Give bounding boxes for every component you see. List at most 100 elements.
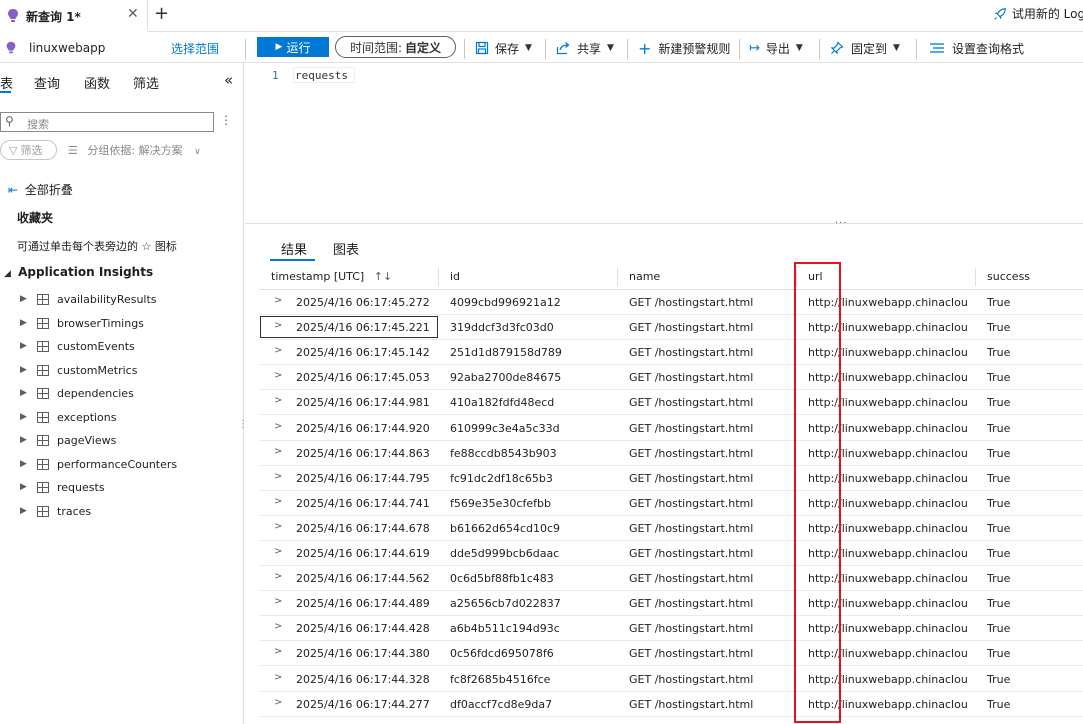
pin-to-button[interactable]: 固定到 ▼ [830,33,900,63]
time-range-button[interactable]: 时间范围: 自定义 [335,36,456,58]
cell-success[interactable]: True [987,698,1067,711]
expand-row-icon[interactable]: > [274,621,282,632]
tab-filter[interactable]: 筛选 [133,73,159,92]
cell-success[interactable]: True [987,296,1067,309]
expand-row-icon[interactable]: > [274,672,282,683]
column-header-id[interactable]: id [450,270,460,283]
tab-tables[interactable]: 表 [0,73,13,92]
format-query-button[interactable]: 设置查询格式 [929,33,1024,63]
table-row[interactable]: >2025/4/16 06:17:44.562 0c6d5bf88fb1c483 G… [259,566,1083,592]
cell-timestamp[interactable]: 2025/4/16 06:17:44.328 [296,673,436,686]
expand-row-icon[interactable]: > [274,295,282,306]
table-row[interactable]: >2025/4/16 06:17:44.678 b61662d654cd10c9 G… [259,516,1083,541]
expand-row-icon[interactable]: > [274,571,282,582]
column-header-name[interactable]: name [629,270,660,283]
cell-name[interactable]: GET /hostingstart.html [629,522,789,535]
cell-id[interactable]: b61662d654cd10c9 [450,522,610,535]
table-row[interactable]: >2025/4/16 06:17:45.272 4099cbd996921a12 G… [259,290,1083,315]
cell-timestamp[interactable]: 2025/4/16 06:17:44.619 [296,547,436,560]
cell-id[interactable]: fc8f2685b4516fce [450,673,610,686]
cell-id[interactable]: 410a182fdfd48ecd [450,396,610,409]
pane-splitter[interactable] [245,223,1083,229]
cell-name[interactable]: GET /hostingstart.html [629,371,789,384]
cell-success[interactable]: True [987,572,1067,585]
table-item-requests[interactable]: ▶ requests [0,480,240,500]
group-by-dropdown[interactable]: ☰ 分组依据: 解决方案 ∨ [68,142,201,158]
cell-name[interactable]: GET /hostingstart.html [629,597,789,610]
cell-timestamp[interactable]: 2025/4/16 06:17:44.489 [296,597,436,610]
cell-success[interactable]: True [987,547,1067,560]
cell-success[interactable]: True [987,371,1067,384]
cell-success[interactable]: True [987,522,1067,535]
cell-name[interactable]: GET /hostingstart.html [629,396,789,409]
cell-id[interactable]: 0c6d5bf88fb1c483 [450,572,610,585]
more-options-icon[interactable]: ⋮ [220,113,232,127]
cell-timestamp[interactable]: 2025/4/16 06:17:44.863 [296,447,436,460]
close-tab-icon[interactable]: ✕ [127,6,139,22]
table-item-availabilityResults[interactable]: ▶ availabilityResults [0,292,240,312]
table-item-performanceCounters[interactable]: ▶ performanceCounters [0,457,240,477]
table-row[interactable]: >2025/4/16 06:17:44.741 f569e35e30cfefbb G… [259,491,1083,516]
table-row[interactable]: >2025/4/16 06:17:45.142 251d1d879158d789 G… [259,340,1083,366]
cell-timestamp[interactable]: 2025/4/16 06:17:45.142 [296,346,436,359]
cell-id[interactable]: a25656cb7d022837 [450,597,610,610]
sort-icon[interactable]: ↑↓ [374,270,392,283]
expand-row-icon[interactable]: > [274,446,282,457]
cell-success[interactable]: True [987,396,1067,409]
table-row[interactable]: >2025/4/16 06:17:45.221 319ddcf3d3fc03d0 G… [259,315,1083,341]
cell-timestamp[interactable]: 2025/4/16 06:17:44.795 [296,472,436,485]
expand-row-icon[interactable]: > [274,546,282,557]
select-scope-link[interactable]: 选择范围 [171,33,219,63]
cell-id[interactable]: 610999c3e4a5c33d [450,422,610,435]
cell-name[interactable]: GET /hostingstart.html [629,296,789,309]
cell-name[interactable]: GET /hostingstart.html [629,647,789,660]
tab-chart[interactable]: 图表 [333,239,359,258]
cell-name[interactable]: GET /hostingstart.html [629,547,789,560]
cell-timestamp[interactable]: 2025/4/16 06:17:45.221 [296,321,436,334]
app-insights-section[interactable]: ◢ Application Insights [4,265,153,279]
cell-name[interactable]: GET /hostingstart.html [629,422,789,435]
table-row[interactable]: >2025/4/16 06:17:44.795 fc91dc2df18c65b3 G… [259,466,1083,491]
cell-success[interactable]: True [987,422,1067,435]
table-row[interactable]: >2025/4/16 06:17:45.053 92aba2700de84675 G… [259,365,1083,391]
tab-queries[interactable]: 查询 [34,73,60,92]
expand-row-icon[interactable]: > [274,345,282,356]
cell-id[interactable]: 92aba2700de84675 [450,371,610,384]
table-item-customMetrics[interactable]: ▶ customMetrics [0,363,240,383]
cell-timestamp[interactable]: 2025/4/16 06:17:44.741 [296,497,436,510]
query-tab-1[interactable]: 新查询 1* ✕ [0,0,148,32]
share-button[interactable]: 共享 ▼ [556,33,614,63]
expand-row-icon[interactable]: > [274,697,282,708]
expand-row-icon[interactable]: > [274,395,282,406]
cell-timestamp[interactable]: 2025/4/16 06:17:44.981 [296,396,436,409]
expand-row-icon[interactable]: > [274,496,282,507]
cell-timestamp[interactable]: 2025/4/16 06:17:45.272 [296,296,436,309]
cell-id[interactable]: df0accf7cd8e9da7 [450,698,610,711]
cell-name[interactable]: GET /hostingstart.html [629,572,789,585]
expand-row-icon[interactable]: > [274,370,282,381]
cell-id[interactable]: dde5d999bcb6daac [450,547,610,560]
table-item-customEvents[interactable]: ▶ customEvents [0,339,240,359]
expand-row-icon[interactable]: > [274,521,282,532]
table-row[interactable]: >2025/4/16 06:17:44.328 fc8f2685b4516fce G… [259,667,1083,692]
cell-name[interactable]: GET /hostingstart.html [629,321,789,334]
save-button[interactable]: 保存 ▼ [475,33,532,63]
panel-resize-handle[interactable]: ⋮ [238,419,248,430]
table-item-traces[interactable]: ▶ traces [0,504,240,524]
collapse-all-button[interactable]: ⇤ 全部折叠 [8,181,73,198]
cell-timestamp[interactable]: 2025/4/16 06:17:44.678 [296,522,436,535]
cell-success[interactable]: True [987,622,1067,635]
cell-success[interactable]: True [987,597,1067,610]
cell-timestamp[interactable]: 2025/4/16 06:17:44.380 [296,647,436,660]
cell-timestamp[interactable]: 2025/4/16 06:17:45.053 [296,371,436,384]
cell-success[interactable]: True [987,497,1067,510]
table-row[interactable]: >2025/4/16 06:17:44.981 410a182fdfd48ecd G… [259,390,1083,416]
cell-name[interactable]: GET /hostingstart.html [629,698,789,711]
table-row[interactable]: >2025/4/16 06:17:44.619 dde5d999bcb6daac G… [259,541,1083,566]
export-button[interactable]: ↦ 导出 ▼ [749,33,803,63]
expand-row-icon[interactable]: > [274,646,282,657]
cell-name[interactable]: GET /hostingstart.html [629,346,789,359]
cell-id[interactable]: f569e35e30cfefbb [450,497,610,510]
cell-success[interactable]: True [987,673,1067,686]
splitter-grip-icon[interactable]: ··· [835,218,848,229]
